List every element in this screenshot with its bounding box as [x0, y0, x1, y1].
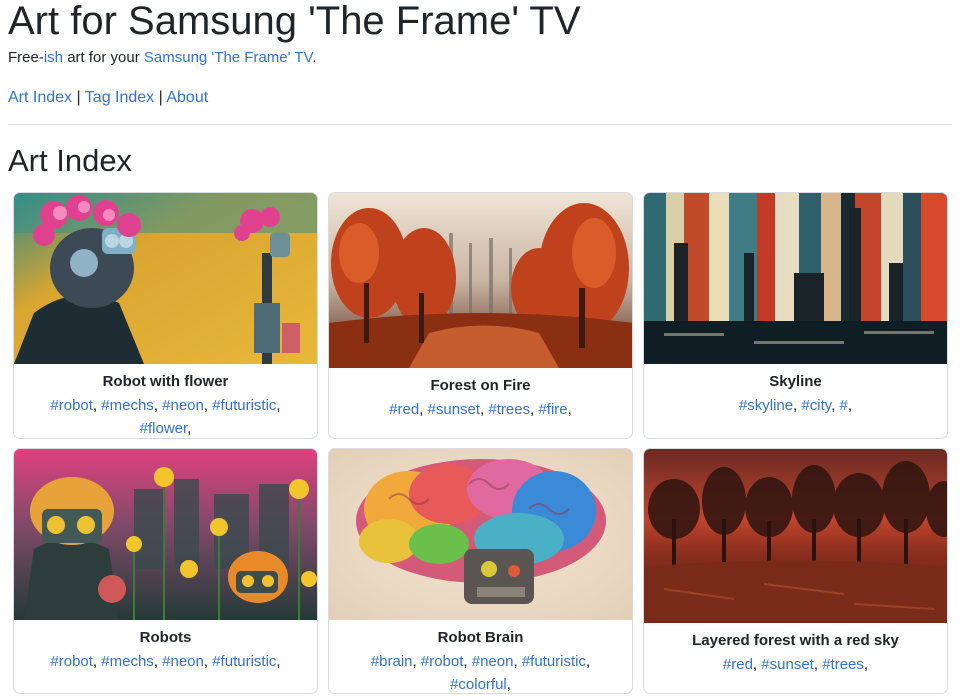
art-card: Layered forest with a red sky #red, #sun…	[643, 448, 948, 694]
page-heading: Art Index	[8, 143, 133, 178]
nav-tag-index[interactable]: Tag Index	[85, 89, 154, 106]
tag-link[interactable]: #city	[801, 397, 831, 414]
tag-link[interactable]: #trees	[822, 656, 864, 673]
art-title: Forest on Fire	[430, 377, 531, 394]
nav-art-index[interactable]: Art Index	[8, 89, 72, 106]
tag-link[interactable]: #red	[723, 656, 753, 673]
art-tags: #red, #sunset, #trees,	[722, 656, 869, 673]
art-card: Robot with flower #robot, #mechs, #neon,…	[13, 192, 318, 439]
art-card: Robot Brain #brain, #robot, #neon, #futu…	[328, 448, 633, 694]
ish-link[interactable]: ish	[44, 49, 63, 66]
art-title: Robot Brain	[437, 629, 524, 646]
site-tagline: Free-ish art for your Samsung 'The Frame…	[8, 48, 316, 68]
tag-link[interactable]: #flower	[140, 420, 188, 437]
art-card: Skyline #skyline, #city, #,	[643, 192, 948, 439]
tag-link[interactable]: #colorful	[450, 676, 507, 693]
art-card: Robots #robot, #mechs, #neon, #futuristi…	[13, 448, 318, 694]
art-title: Robot with flower	[102, 373, 229, 390]
samsung-frame-link[interactable]: Samsung 'The Frame' TV	[144, 49, 312, 66]
tag-link[interactable]: #sunset	[428, 401, 481, 418]
art-title: Layered forest with a red sky	[692, 632, 899, 649]
robot-flower-image[interactable]	[14, 193, 317, 364]
tag-link[interactable]: #brain	[371, 653, 413, 670]
tagline-mid: art for your	[63, 49, 144, 66]
tag-link[interactable]: #neon	[162, 397, 204, 414]
art-tags: #skyline, #city, #,	[738, 397, 853, 414]
nav-about[interactable]: About	[166, 89, 208, 106]
art-tags: #robot, #mechs, #neon, #futuristic, #flo…	[50, 397, 281, 437]
tag-link[interactable]: #mechs	[101, 653, 154, 670]
art-tags: #red, #sunset, #trees, #fire,	[389, 401, 572, 418]
forest-fire-image[interactable]	[329, 193, 632, 368]
art-tags: #robot, #mechs, #neon, #futuristic,	[50, 653, 281, 670]
tag-link[interactable]: #fire	[538, 401, 567, 418]
art-title: Skyline	[769, 373, 822, 390]
nav-separator: |	[72, 89, 85, 106]
robot-brain-image[interactable]	[329, 449, 632, 620]
site-title: Art for Samsung 'The Frame' TV	[8, 0, 581, 43]
tag-link[interactable]: #neon	[472, 653, 514, 670]
main-nav: Art Index | Tag Index | About	[8, 87, 208, 109]
tag-link[interactable]: #neon	[162, 653, 204, 670]
tag-link[interactable]: #futuristic	[522, 653, 586, 670]
tag-link[interactable]: #	[840, 397, 848, 414]
art-title: Robots	[139, 629, 192, 646]
robots-image[interactable]	[14, 449, 317, 620]
tag-link[interactable]: #trees	[488, 401, 530, 418]
tag-link[interactable]: #red	[389, 401, 419, 418]
header-divider	[8, 124, 952, 125]
tag-link[interactable]: #futuristic	[212, 397, 276, 414]
tag-link[interactable]: #skyline	[739, 397, 793, 414]
art-tags: #brain, #robot, #neon, #futuristic, #col…	[370, 653, 591, 693]
layered-forest-image[interactable]	[644, 449, 947, 623]
tag-link[interactable]: #mechs	[101, 397, 154, 414]
tag-link[interactable]: #sunset	[761, 656, 814, 673]
tag-link[interactable]: #robot	[421, 653, 464, 670]
tag-link[interactable]: #robot	[50, 653, 93, 670]
tagline-suffix: .	[312, 49, 317, 66]
tag-link[interactable]: #futuristic	[212, 653, 276, 670]
art-card: Forest on Fire #red, #sunset, #trees, #f…	[328, 192, 633, 439]
tagline-prefix: Free-	[8, 49, 44, 66]
tag-link[interactable]: #robot	[50, 397, 93, 414]
skyline-image[interactable]	[644, 193, 947, 364]
nav-separator: |	[154, 89, 167, 106]
